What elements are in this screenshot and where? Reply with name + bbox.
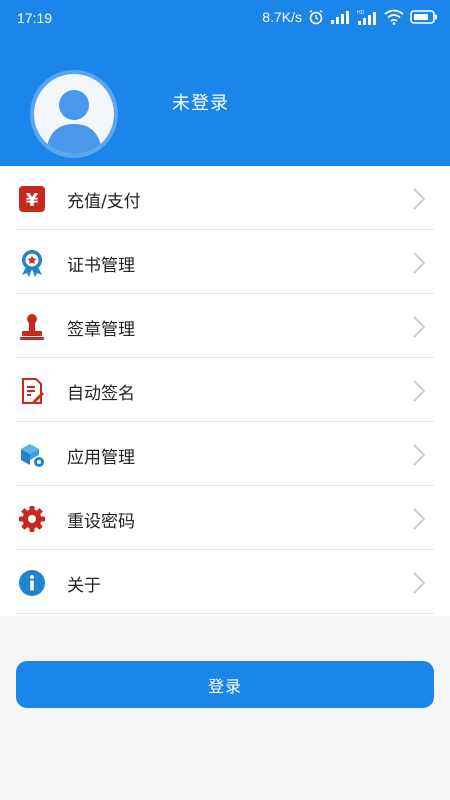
alarm-icon xyxy=(309,9,323,25)
chevron-right-icon xyxy=(413,444,426,466)
avatar-silhouette xyxy=(46,90,102,154)
menu-item-recharge[interactable]: ¥ 充值/支付 xyxy=(0,166,450,230)
status-bar: 17:19 8.7K/s HD xyxy=(0,0,450,36)
signal-icon xyxy=(331,11,349,24)
menu-item-label: 签章管理 xyxy=(67,320,135,340)
menu-item-reset-password[interactable]: 重设密码 xyxy=(0,486,450,550)
menu-item-label: 关于 xyxy=(67,576,101,596)
yuan-icon: ¥ xyxy=(18,185,46,213)
chevron-right-icon xyxy=(413,508,426,530)
chevron-right-icon xyxy=(413,572,426,594)
info-icon xyxy=(18,569,46,597)
chevron-right-icon xyxy=(413,316,426,338)
chevron-right-icon xyxy=(413,252,426,274)
svg-text:HD: HD xyxy=(357,10,365,16)
chevron-right-icon xyxy=(413,380,426,402)
chevron-right-icon xyxy=(413,188,426,210)
signal-hd-icon: HD xyxy=(357,10,376,25)
menu-item-label: 重设密码 xyxy=(67,512,135,532)
gear-icon xyxy=(18,505,46,533)
menu-item-label: 充值/支付 xyxy=(67,192,141,212)
menu-item-about[interactable]: 关于 xyxy=(0,550,450,614)
stamp-icon xyxy=(18,313,46,341)
app-box-gear-icon xyxy=(18,441,46,469)
login-status-label[interactable]: 未登录 xyxy=(172,89,229,115)
menu-item-auto-sign[interactable]: 自动签名 xyxy=(0,358,450,422)
menu-item-label: 证书管理 xyxy=(67,256,135,276)
wifi-icon xyxy=(384,9,404,25)
document-sign-icon xyxy=(18,377,46,405)
battery-icon xyxy=(410,10,437,24)
network-speed: 8.7K/s xyxy=(262,9,302,25)
profile-header: 17:19 8.7K/s HD 未登录 xyxy=(0,0,450,166)
menu-item-app-management[interactable]: 应用管理 xyxy=(0,422,450,486)
svg-text:¥: ¥ xyxy=(26,190,39,211)
certificate-badge-icon xyxy=(18,249,46,277)
status-icons: 8.7K/s HD xyxy=(262,9,438,25)
menu-item-seal[interactable]: 签章管理 xyxy=(0,294,450,358)
menu-item-label: 自动签名 xyxy=(67,384,135,404)
status-time: 17:19 xyxy=(17,10,53,26)
menu-item-certificate[interactable]: 证书管理 xyxy=(0,230,450,294)
settings-menu: ¥ 充值/支付 证书管理 签章管理 自动签名 应用管理 重设密码 关于 xyxy=(0,166,450,616)
login-button[interactable]: 登录 xyxy=(16,661,434,708)
menu-item-label: 应用管理 xyxy=(67,448,135,468)
user-avatar-icon[interactable] xyxy=(30,70,118,158)
